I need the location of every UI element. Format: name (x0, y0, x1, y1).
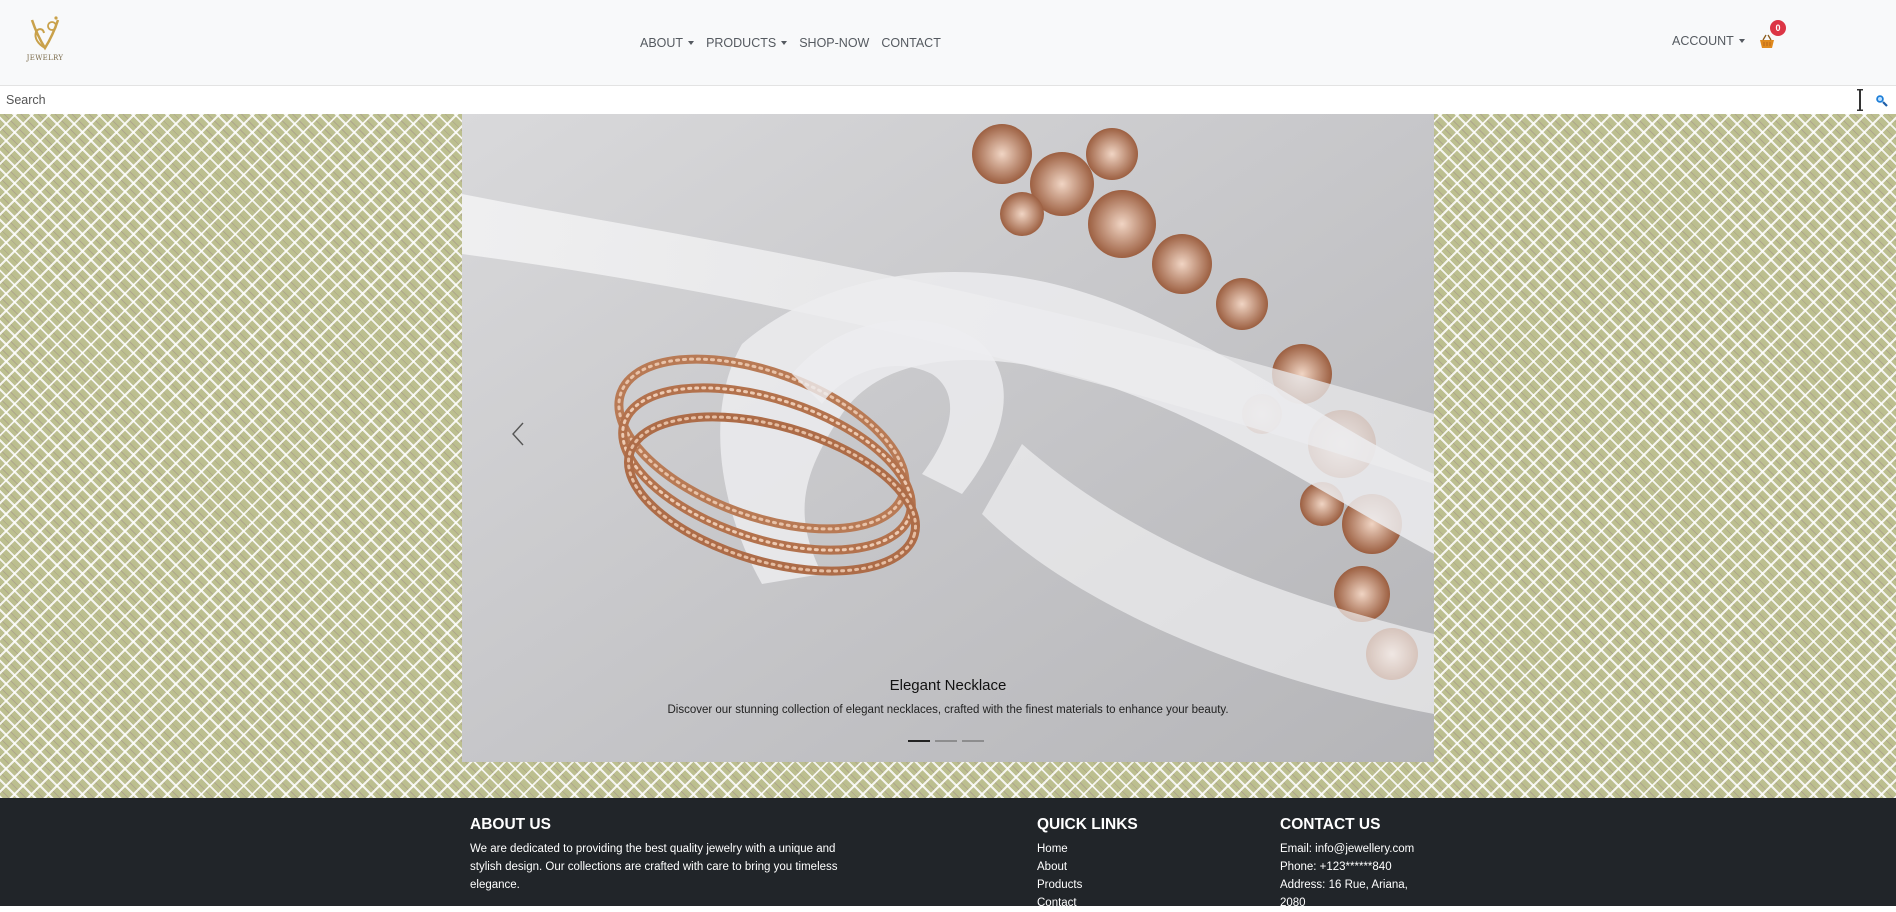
footer-contact-title: CONTACT US (1280, 816, 1381, 833)
footer-link-contact[interactable]: Contact (1037, 894, 1237, 912)
nav-shop-now-link[interactable]: SHOP-NOW (799, 34, 869, 52)
carousel-indicator-3[interactable] (962, 740, 984, 742)
brand-logo[interactable]: JEWELRY (22, 14, 68, 66)
footer-about-section: ABOUT US We are dedicated to providing t… (470, 816, 850, 894)
logo-text: JEWELRY (26, 54, 64, 62)
basket-icon (1760, 34, 1774, 48)
footer-about-title: ABOUT US (470, 816, 551, 833)
footer-about-text: We are dedicated to providing the best q… (470, 843, 838, 891)
account-dropdown[interactable]: ACCOUNT (1672, 34, 1745, 48)
carousel-indicators (908, 740, 984, 742)
main-nav: ABOUT PRODUCTS SHOP-NOW CONTACT (640, 34, 953, 52)
search-button[interactable] (1866, 86, 1896, 114)
slide-caption-title: Elegant Necklace (889, 677, 1007, 694)
chevron-left-icon (512, 422, 524, 446)
text-cursor-icon (1857, 89, 1863, 111)
nav-products-label: PRODUCTS (706, 36, 777, 50)
footer-contact-phone: Phone: +123******840 (1280, 861, 1392, 873)
hero-carousel[interactable]: Elegant Necklace Discover our stunning c… (462, 114, 1434, 762)
top-navbar: JEWELRY ABOUT PRODUCTS SHOP-NOW CONTACT … (0, 0, 1896, 86)
footer-link-products[interactable]: Products (1037, 876, 1237, 894)
nav-contact-link[interactable]: CONTACT (881, 34, 941, 52)
search-bar (0, 86, 1896, 115)
nav-shop-now-label: SHOP-NOW (799, 36, 870, 50)
search-icon (1875, 94, 1888, 107)
nav-contact-label: CONTACT (881, 36, 941, 50)
carousel-slide-image (462, 114, 1434, 762)
footer-link-home[interactable]: Home (1037, 840, 1237, 858)
nav-about-dropdown[interactable]: ABOUT (640, 34, 695, 52)
carousel-prev-button[interactable] (492, 404, 544, 464)
footer-contact-section: CONTACT US Email: info@jewellery.com Pho… (1280, 816, 1430, 912)
footer-quick-links-title: QUICK LINKS (1037, 816, 1138, 833)
search-input[interactable] (0, 86, 1856, 114)
slide-caption-text: Discover our stunning collection of eleg… (667, 704, 1229, 716)
cart-count-badge: 0 (1770, 20, 1786, 36)
carousel-indicator-1[interactable] (908, 740, 930, 742)
caret-down-icon (781, 41, 788, 45)
footer-link-about[interactable]: About (1037, 858, 1237, 876)
hero-section: Elegant Necklace Discover our stunning c… (0, 114, 1896, 798)
footer-contact-address: Address: 16 Rue, Ariana, 2080 (1280, 879, 1408, 909)
nav-about-label: ABOUT (640, 36, 684, 50)
caret-down-icon (688, 41, 695, 45)
nav-products-dropdown[interactable]: PRODUCTS (706, 34, 788, 52)
site-footer: ABOUT US We are dedicated to providing t… (0, 798, 1896, 909)
caret-down-icon (1738, 39, 1745, 43)
carousel-indicator-2[interactable] (935, 740, 957, 742)
footer-quick-links-section: QUICK LINKS Home About Products Contact (1037, 816, 1237, 912)
account-label: ACCOUNT (1672, 34, 1734, 48)
logo-icon (30, 16, 60, 51)
footer-contact-email: Email: info@jewellery.com (1280, 843, 1415, 855)
